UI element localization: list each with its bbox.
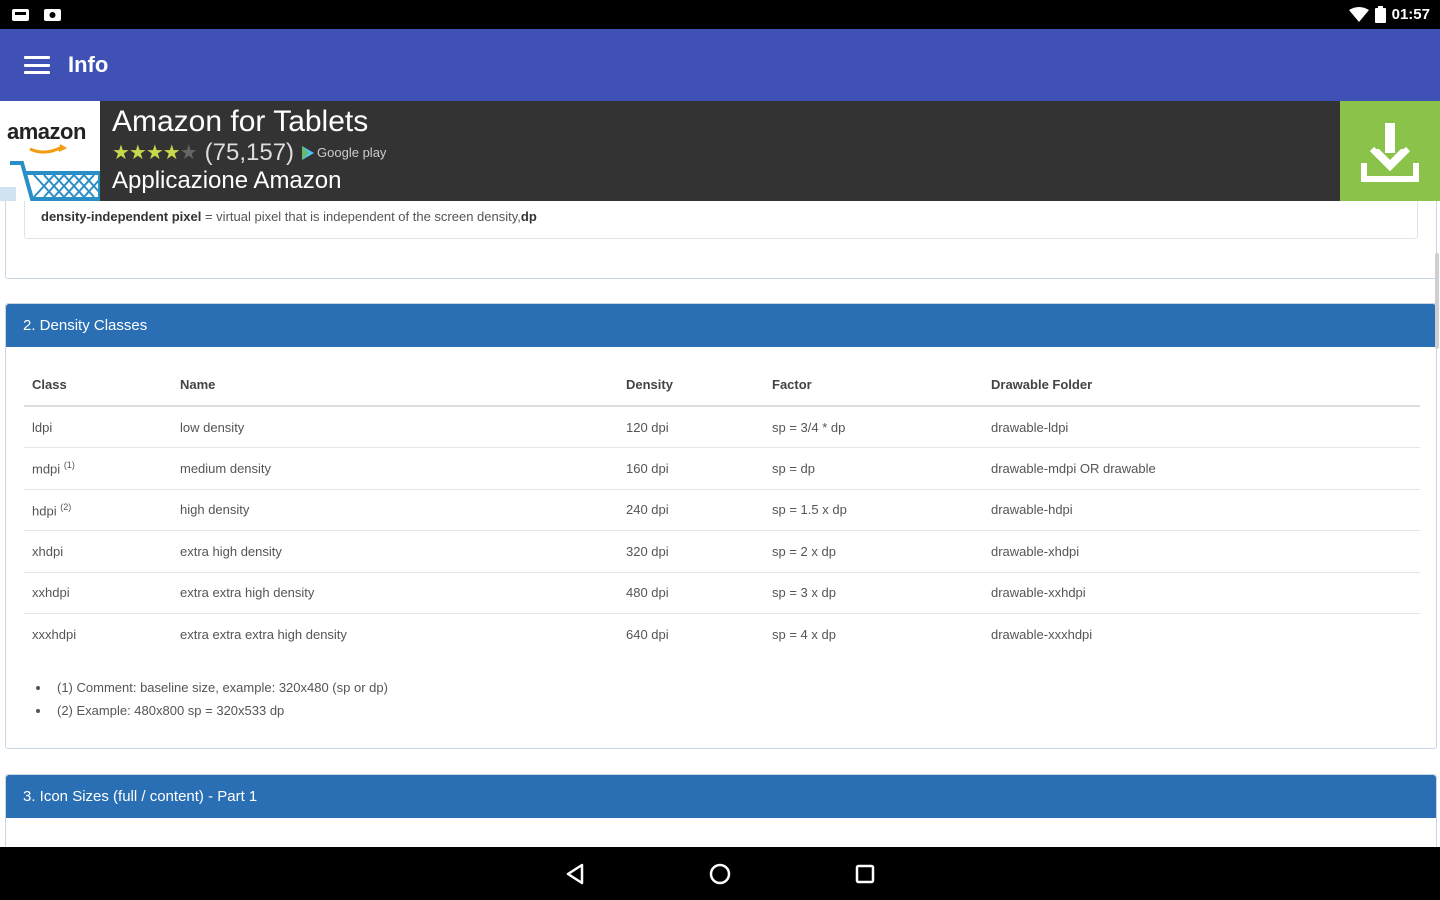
rating-count: (75,157): [204, 139, 295, 166]
cell-class: xxhdpi: [24, 572, 172, 614]
google-play-badge: Google play: [302, 139, 386, 167]
cell-class: xhdpi: [24, 530, 172, 573]
ad-text[interactable]: Amazon for Tablets ★★★★★ (75,157) Google…: [100, 101, 1340, 201]
battery-icon: [1374, 6, 1386, 23]
wifi-icon: [1348, 6, 1369, 22]
definition-text: = virtual pixel that is independent of t…: [201, 209, 521, 224]
cell-folder: drawable-xhdpi: [983, 530, 1420, 573]
scrollbar-thumb[interactable]: [1435, 253, 1439, 349]
google-play-icon: [302, 146, 315, 160]
ad-subtitle: Applicazione Amazon: [112, 167, 342, 194]
cell-folder: drawable-hdpi: [983, 489, 1420, 531]
status-bar: 01:57: [0, 0, 1440, 29]
status-time: 01:57: [1391, 6, 1430, 23]
status-right: 01:57: [1348, 6, 1430, 23]
ad-banner[interactable]: amazon Amazon for Tablets ★★★★★ (75,157)…: [0, 101, 1440, 201]
app-bar: Info: [0, 29, 1440, 101]
cell-folder: drawable-ldpi: [983, 406, 1420, 448]
section2-card: 2. Density Classes Class Name Density Fa…: [5, 303, 1437, 749]
photo-notification-icon: [44, 8, 61, 21]
column-header-factor: Factor: [764, 364, 983, 407]
definition-abbr: dp: [520, 209, 537, 224]
cell-factor: sp = 1.5 x dp: [764, 489, 983, 531]
definition-box: density-independent pixel = virtual pixe…: [24, 201, 1418, 239]
hamburger-menu-icon[interactable]: [24, 54, 50, 76]
cell-name: extra high density: [172, 530, 618, 573]
footnote-item: (2) Example: 480x800 sp = 320x533 dp: [51, 699, 388, 722]
amazon-logo[interactable]: amazon: [0, 101, 100, 201]
cell-factor: sp = 4 x dp: [772, 627, 836, 642]
cell-factor: sp = dp: [764, 447, 983, 490]
cell-folder: drawable-xxxhdpi: [991, 627, 1093, 642]
back-button[interactable]: [560, 859, 590, 889]
content-area[interactable]: density-independent pixel = virtual pixe…: [0, 201, 1440, 847]
cell-name: low density: [172, 406, 618, 448]
star-rating: ★★★★★: [112, 142, 198, 164]
cell-factor: sp = 2 x dp: [764, 530, 983, 573]
table-row: ldpi low density 120 dpi sp = 3/4 * dp d…: [24, 406, 1420, 448]
section2-header[interactable]: 2. Density Classes: [6, 304, 1436, 347]
cell-name: extra extra extra high density: [180, 627, 347, 642]
cell-density: 640 dpi: [626, 627, 669, 642]
density-table: Class Name Density Factor Drawable Folde…: [24, 364, 1420, 655]
table-row: xxxhdpi extra extra extra high density 6…: [24, 614, 1420, 656]
table-row: hdpi (2) high density 240 dpi sp = 1.5 x…: [24, 489, 1420, 531]
footnote-ref: (2): [60, 501, 72, 512]
home-button[interactable]: [705, 859, 735, 889]
ad-title: Amazon for Tablets: [112, 105, 369, 138]
footnotes-list: (1) Comment: baseline size, example: 320…: [51, 676, 388, 722]
download-button[interactable]: [1340, 101, 1440, 201]
cell-class: mdpi (1): [24, 447, 172, 490]
footnote-ref: (1): [63, 460, 75, 471]
cell-name: medium density: [172, 447, 618, 490]
recents-icon: [855, 864, 875, 883]
table-row: xhdpi extra high density 320 dpi sp = 2 …: [24, 530, 1420, 573]
cell-density: 160 dpi: [618, 447, 764, 490]
download-icon: [1361, 123, 1419, 182]
cell-name: extra extra high density: [172, 572, 618, 614]
cell-name: high density: [172, 489, 618, 531]
column-header-density: Density: [618, 364, 764, 407]
navigation-bar: [0, 847, 1440, 900]
cell-density: 240 dpi: [618, 489, 764, 531]
table-header-row: Class Name Density Factor Drawable Folde…: [24, 364, 1420, 407]
page-title: Info: [68, 52, 109, 77]
cell-folder: drawable-mdpi OR drawable: [983, 447, 1420, 490]
cell-density: 480 dpi: [618, 572, 764, 614]
google-play-label: Google play: [317, 145, 387, 160]
section1-card: density-independent pixel = virtual pixe…: [5, 201, 1437, 279]
section3-header[interactable]: 3. Icon Sizes (full / content) - Part 1: [6, 775, 1436, 818]
ad-rating-row: ★★★★★ (75,157) Google play: [112, 139, 1340, 167]
cell-density: 320 dpi: [618, 530, 764, 573]
section3-card: 3. Icon Sizes (full / content) - Part 1: [5, 774, 1437, 847]
cell-factor: sp = 3/4 * dp: [764, 406, 983, 448]
cell-class: hdpi (2): [24, 489, 172, 531]
cell-factor: sp = 3 x dp: [764, 572, 983, 614]
home-icon: [709, 863, 731, 884]
table-row: xxhdpi extra extra high density 480 dpi …: [24, 572, 1420, 614]
notification-icon: [12, 8, 29, 21]
back-icon: [566, 863, 584, 884]
table-row: mdpi (1) medium density 160 dpi sp = dp …: [24, 447, 1420, 490]
column-header-folder: Drawable Folder: [983, 364, 1420, 407]
status-left: [10, 7, 64, 23]
column-header-name: Name: [172, 364, 618, 407]
definition-term: density-independent pixel: [41, 209, 202, 224]
cell-class: ldpi: [24, 406, 172, 448]
recents-button[interactable]: [850, 859, 880, 889]
star-empty-icon: ★: [179, 142, 198, 164]
cell-class: xxxhdpi: [32, 627, 77, 642]
cell-density: 120 dpi: [618, 406, 764, 448]
footnote-item: (1) Comment: baseline size, example: 320…: [51, 676, 388, 699]
shopping-cart-icon: [0, 144, 100, 201]
column-header-class: Class: [24, 364, 172, 407]
cell-folder: drawable-xxhdpi: [983, 572, 1420, 614]
